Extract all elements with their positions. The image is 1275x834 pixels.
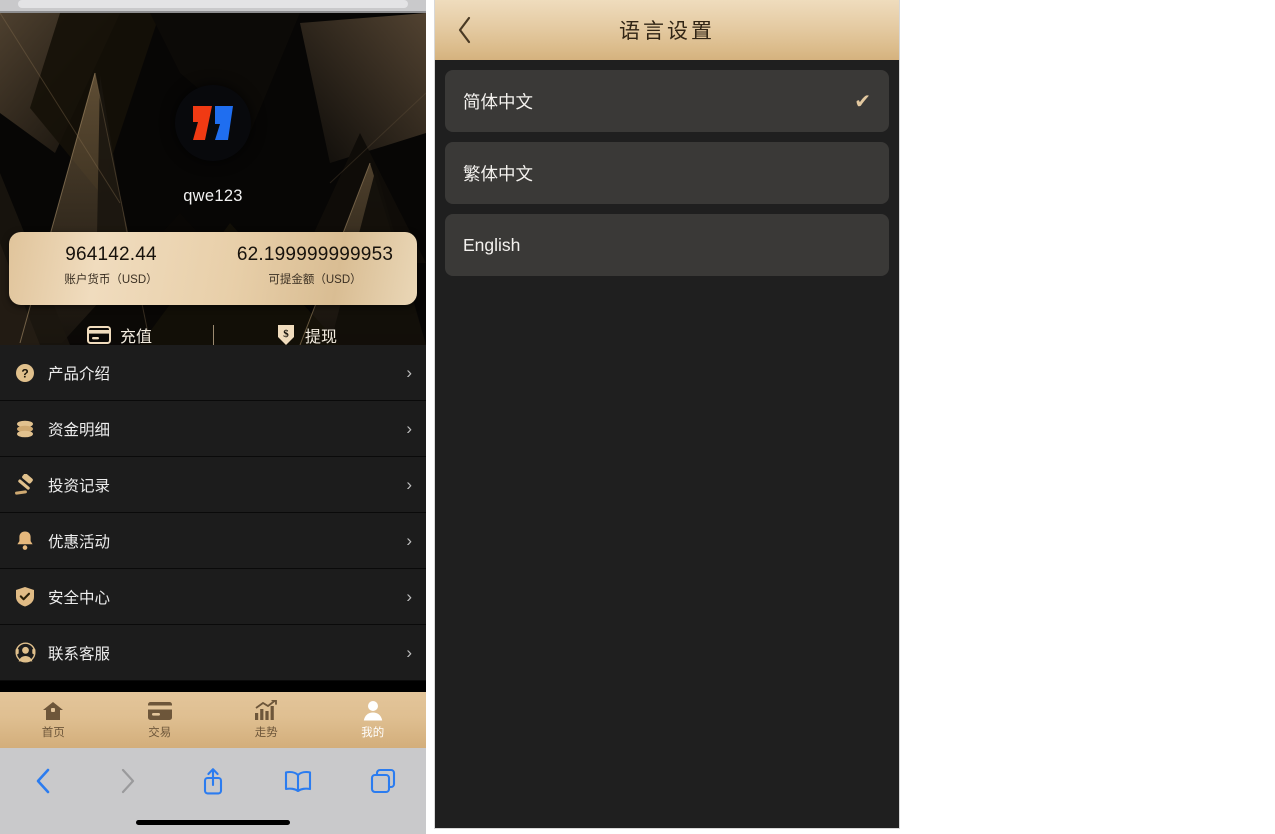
menu-item-label: 联系客服 [48,645,111,663]
menu-item-label: 产品介绍 [48,365,111,383]
chart-up-icon [254,699,278,721]
menu-item-label: 投资记录 [48,477,111,495]
chevron-right-icon: › [406,418,412,438]
gavel-icon [14,473,36,496]
app-logo-icon [193,106,233,140]
browser-bookmarks-button[interactable] [256,770,341,792]
screenshot-root: qwe123 964142.44 账户货币（USD） 62.1999999999… [0,0,1275,834]
headset-icon [14,642,36,664]
menu-item-label: 安全中心 [48,589,111,607]
withdraw-button[interactable]: $ 提现 [232,323,382,345]
browser-back-button[interactable] [0,768,85,794]
left-phone-screen: qwe123 964142.44 账户货币（USD） 62.1999999999… [0,0,426,834]
menu-item-contact-support[interactable]: 联系客服 › [0,625,426,681]
action-divider [212,325,214,345]
chevron-right-icon: › [406,586,412,606]
balance-label: 可提金额（USD） [268,274,362,286]
page-title: 语言设置 [619,20,715,43]
question-circle-icon: ? [14,362,36,384]
card-icon [147,701,173,721]
coins-icon [14,418,36,440]
language-option-english[interactable]: English [445,214,889,276]
svg-text:?: ? [21,366,28,380]
recharge-button[interactable]: 充值 [45,323,195,345]
bottom-tab-bar: 首页 交易 走势 我的 [0,692,426,748]
tab-home[interactable]: 首页 [0,692,107,748]
balance-card: 964142.44 账户货币（USD） 62.199999999953 可提金额… [9,232,417,305]
home-icon [42,701,64,721]
profile-menu-list: ? 产品介绍 › 资金明细 › 投资记录 › 优惠活动 › 安全中心 › 联系客… [0,345,426,681]
tab-trade[interactable]: 交易 [107,692,214,748]
balance-label: 账户货币（USD） [64,274,158,286]
menu-item-product-intro[interactable]: ? 产品介绍 › [0,345,426,401]
username-label: qwe123 [183,187,243,205]
shield-check-icon [14,586,36,608]
chevron-right-icon: › [406,642,412,662]
language-option-list: 简体中文 ✔ 繁体中文 English [435,60,899,276]
balance-value: 964142.44 [65,244,157,265]
menu-item-promotions[interactable]: 优惠活动 › [0,513,426,569]
profile-hero: qwe123 964142.44 账户货币（USD） 62.1999999999… [0,13,426,345]
home-indicator [136,820,290,825]
tab-mine[interactable]: 我的 [320,692,427,748]
language-option-traditional-chinese[interactable]: 繁体中文 [445,142,889,204]
card-icon [86,326,111,344]
chevron-right-icon: › [406,530,412,550]
svg-text:$: $ [283,328,289,340]
chevron-right-icon: › [406,362,412,382]
menu-item-security-center[interactable]: 安全中心 › [0,569,426,625]
safari-url-bar-sliver[interactable] [0,0,426,11]
app-logo [175,85,251,161]
tab-trend[interactable]: 走势 [213,692,320,748]
account-actions: 充值 $ 提现 [0,313,426,345]
menu-item-label: 资金明细 [48,421,111,439]
language-label: English [463,234,521,255]
check-icon: ✔ [854,90,871,113]
tab-label: 我的 [361,726,385,739]
withdraw-label: 提现 [304,329,337,345]
balance-value: 62.199999999953 [236,244,394,265]
browser-tabs-button[interactable] [341,768,426,794]
menu-item-label: 优惠活动 [48,533,111,551]
browser-share-button[interactable] [170,767,255,795]
language-option-simplified-chinese[interactable]: 简体中文 ✔ [445,70,889,132]
browser-forward-button [85,768,170,794]
language-label: 繁体中文 [463,163,533,184]
balance-withdrawable: 62.199999999953 可提金额（USD） [213,232,417,305]
back-chevron-icon [458,16,471,44]
right-phone-screen: 语言设置 简体中文 ✔ 繁体中文 English [434,0,900,829]
back-button[interactable] [449,0,480,60]
menu-item-fund-details[interactable]: 资金明细 › [0,401,426,457]
language-label: 简体中文 [463,91,533,112]
balance-account-currency: 964142.44 账户货币（USD） [9,232,213,305]
bell-icon [14,530,36,552]
tab-label: 交易 [148,726,172,739]
safari-bottom-toolbar [0,748,426,834]
language-settings-header: 语言设置 [435,0,899,60]
chevron-right-icon: › [406,474,412,494]
recharge-label: 充值 [119,329,152,345]
tab-label: 首页 [41,726,65,739]
menu-item-investment-record[interactable]: 投资记录 › [0,457,426,513]
tab-label: 走势 [254,726,278,739]
person-icon [363,700,383,721]
withdraw-dollar-icon: $ [277,325,294,345]
